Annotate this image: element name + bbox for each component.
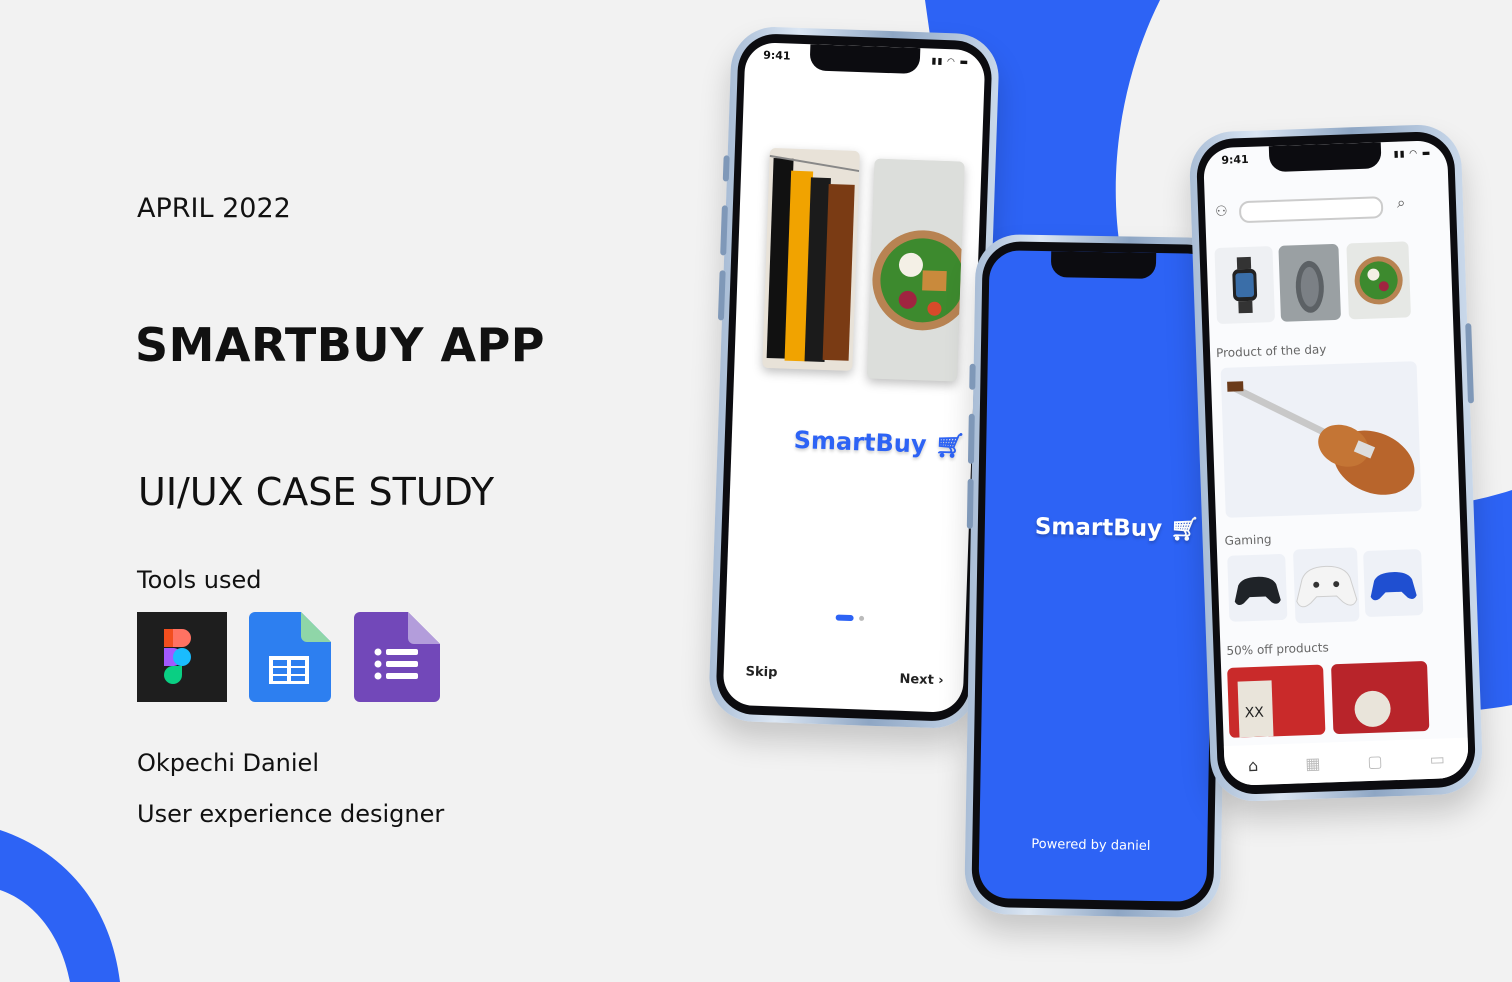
phone-home: 9:41 ▮▮ ◠ ▬ ⚇ ⌕ Product of the day Gamin…: [1188, 123, 1484, 803]
google-sheets-icon: [249, 612, 331, 702]
salad-thumbnail[interactable]: [1346, 241, 1411, 320]
tools-heading: Tools used: [137, 566, 262, 594]
user-icon[interactable]: ⚇: [1215, 204, 1228, 220]
phone-splash: SmartBuy 🛒︎ Powered by daniel: [964, 233, 1232, 919]
skip-button[interactable]: Skip: [745, 664, 777, 680]
bag-icon[interactable]: ▢: [1367, 751, 1383, 771]
page-indicator: [835, 614, 865, 622]
date-label: APRIL 2022: [137, 193, 291, 224]
search-input[interactable]: [1238, 196, 1384, 224]
figma-icon: [137, 612, 227, 702]
brand-name: SmartBuy: [1034, 513, 1163, 543]
author-name: Okpechi Daniel: [137, 749, 319, 777]
search-icon[interactable]: ⌕: [1397, 193, 1406, 211]
controller-black-thumbnail[interactable]: [1227, 553, 1288, 622]
next-label: Next: [899, 671, 935, 688]
bottom-nav: ⌂ ▦ ▢ ▭: [1223, 737, 1470, 787]
subtitle: UI/UX CASE STUDY: [138, 470, 495, 514]
brand-logo: SmartBuy 🛒︎: [1035, 513, 1200, 543]
phone-onboarding: 9:41 ▮▮ ◠ ▬ SmartBuy 🛒︎ Skip Next ›: [707, 25, 1001, 730]
status-time: 9:41: [1221, 152, 1249, 167]
watch-thumbnail[interactable]: [1214, 246, 1276, 325]
controller-blue-thumbnail[interactable]: [1363, 549, 1424, 618]
notch: [1268, 142, 1382, 173]
notch: [809, 44, 921, 75]
google-forms-icon: [354, 612, 440, 702]
controller-white-thumbnail[interactable]: [1292, 547, 1360, 624]
powered-by-text: Powered by daniel: [1031, 836, 1151, 854]
section-gaming: Gaming: [1224, 532, 1272, 548]
grid-icon[interactable]: ▦: [1305, 753, 1321, 773]
status-icons: ▮▮ ◠ ▬: [931, 56, 970, 68]
page-title: SMARTBUY APP: [135, 318, 546, 372]
kaws-red-thumbnail-2[interactable]: [1331, 660, 1430, 735]
home-icon[interactable]: ⌂: [1248, 755, 1259, 774]
cart-icon: 🛒︎: [934, 430, 966, 460]
card-icon[interactable]: ▭: [1429, 749, 1445, 769]
clothes-image: [762, 147, 860, 371]
author-role: User experience designer: [137, 800, 445, 828]
guitar-image[interactable]: [1220, 361, 1422, 518]
cart-icon: 🛒︎: [1169, 516, 1200, 543]
svg-text:XX: XX: [1244, 705, 1264, 722]
kaws-red-thumbnail-1[interactable]: XX: [1227, 664, 1326, 738]
section-50-off: 50% off products: [1226, 640, 1330, 658]
next-button[interactable]: Next ›: [899, 672, 944, 689]
notch: [1050, 251, 1157, 279]
chevron-right-icon: ›: [938, 673, 944, 689]
status-icons: ▮▮ ◠ ▬: [1393, 148, 1432, 160]
brand-logo: SmartBuy 🛒︎: [793, 426, 966, 460]
status-time: 9:41: [762, 48, 791, 63]
section-product-of-day: Product of the day: [1215, 342, 1327, 361]
salad-image: [866, 158, 965, 382]
sneaker-thumbnail[interactable]: [1278, 243, 1342, 322]
brand-name: SmartBuy: [793, 425, 928, 459]
